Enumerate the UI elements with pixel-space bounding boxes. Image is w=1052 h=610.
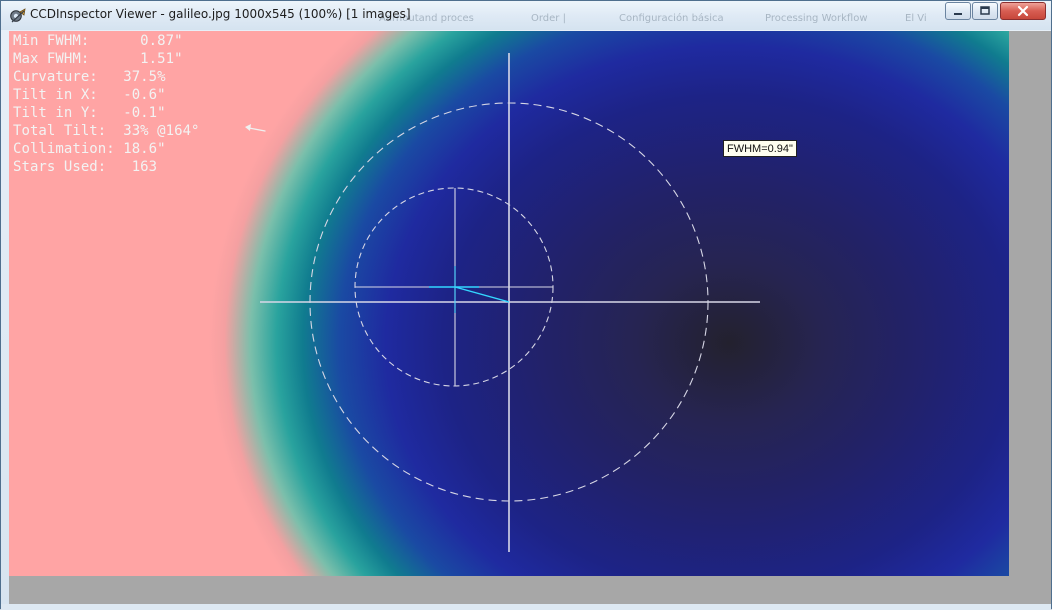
- background-taskbar-item-2: Order |: [531, 13, 566, 24]
- background-taskbar-item-3: Configuración básica: [619, 13, 724, 24]
- maximize-button[interactable]: [972, 2, 998, 20]
- background-taskbar-item-5: El Vi: [905, 13, 927, 24]
- tilt-y-line: Tilt in Y: -0.1": [13, 105, 166, 121]
- fwhm-tooltip: FWHM=0.94": [723, 140, 797, 157]
- stars-used-line: Stars Used: 163: [13, 159, 158, 175]
- min-fwhm-line: Min FWHM: 0.87": [13, 33, 183, 49]
- minimize-button[interactable]: [945, 2, 971, 20]
- ccdinspector-window: Aarnoutand proces Order | Configuración …: [0, 0, 1052, 610]
- ccdinspector-app-icon: [10, 8, 26, 23]
- bottom-gray-border: [9, 576, 1009, 604]
- background-taskbar-item-4: Processing Workflow: [765, 13, 868, 24]
- tilt-vector-line: [454, 286, 510, 303]
- right-gray-border: [1009, 31, 1051, 607]
- window-title: CCDInspector Viewer - galileo.jpg 1000x5…: [30, 7, 411, 21]
- close-icon: [1017, 5, 1029, 17]
- total-tilt-line: Total Tilt: 33% @164°: [13, 123, 200, 139]
- statistics-panel: Min FWHM: 0.87" Max FWHM: 1.51" Curvatur…: [13, 32, 273, 182]
- close-button[interactable]: [1000, 2, 1046, 20]
- curvature-line: Curvature: 37.5%: [13, 69, 166, 85]
- collimation-line: Collimation: 18.6": [13, 141, 166, 157]
- window-bottom-frame: [1, 604, 1051, 610]
- minimize-icon: [954, 13, 962, 15]
- tilt-x-line: Tilt in X: -0.6": [13, 87, 166, 103]
- title-bar[interactable]: Aarnoutand proces Order | Configuración …: [1, 1, 1051, 30]
- left-arrow-icon: [245, 124, 266, 132]
- maximize-icon: [980, 6, 990, 15]
- max-fwhm-line: Max FWHM: 1.51": [13, 51, 183, 67]
